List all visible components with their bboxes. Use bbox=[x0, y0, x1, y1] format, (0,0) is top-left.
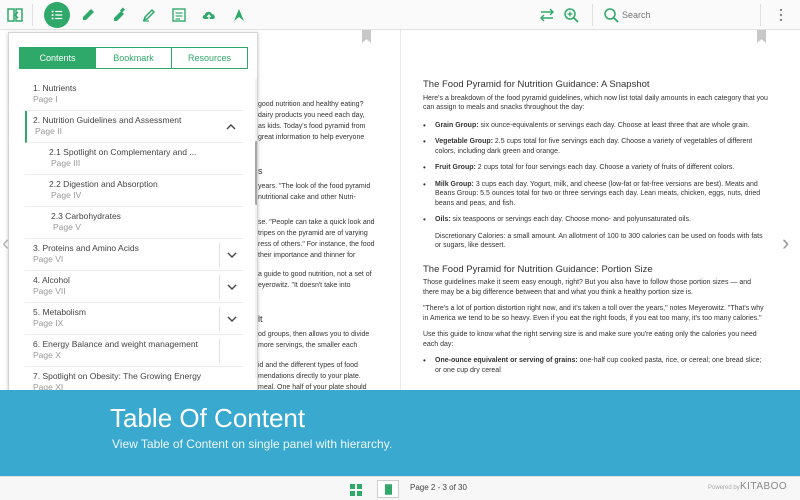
left-page-line: their importance and thinner for bbox=[258, 252, 356, 259]
list-item: Vegetable Group: 2.5 cups total for five… bbox=[423, 137, 768, 156]
intro-paragraph: Here's a breakdown of the food pyramid g… bbox=[423, 94, 768, 112]
toc-item-nutrients[interactable]: 1. Nutrients Page I bbox=[25, 79, 243, 111]
toc-item-digestion[interactable]: 2.2 Digestion and Absorption Page IV bbox=[25, 175, 243, 207]
top-toolbar bbox=[0, 0, 800, 30]
heading-portion-size: The Food Pyramid for Nutrition Guidance:… bbox=[423, 263, 653, 275]
left-page-line: dairy products you need each day, bbox=[258, 112, 365, 119]
page-bookmark-icon[interactable] bbox=[757, 30, 766, 43]
powered-by-label: Powered by bbox=[708, 485, 740, 491]
heading-snapshot: The Food Pyramid for Nutrition Guidance:… bbox=[423, 79, 650, 90]
list-item: Oils: six teaspoons or servings each day… bbox=[423, 215, 768, 225]
notes-icon[interactable] bbox=[170, 6, 188, 24]
search-box[interactable] bbox=[600, 4, 750, 26]
left-page-heading: lt bbox=[258, 314, 263, 324]
page-bookmark-icon[interactable] bbox=[362, 30, 371, 43]
toc-item-metabolism[interactable]: 5. Metabolism Page IX bbox=[25, 303, 243, 335]
left-page-line: eyerowitz. "It doesn't take into bbox=[258, 282, 351, 289]
zoom-in-icon[interactable] bbox=[562, 6, 580, 24]
left-page-line: great information to help everyone bbox=[258, 134, 365, 141]
toc-item-proteins[interactable]: 3. Proteins and Amino Acids Page VI bbox=[25, 239, 243, 271]
left-page-line: as kids. Today's food pyramid from bbox=[258, 123, 366, 130]
left-page-line: mendations directly to your plate. bbox=[258, 373, 361, 380]
bookmark-icon[interactable] bbox=[230, 6, 248, 24]
banner-title: Table Of Content bbox=[110, 403, 306, 433]
single-page-button[interactable] bbox=[377, 480, 399, 498]
toc-item-divider bbox=[219, 339, 243, 363]
page-indicator: Page 2 - 3 of 30 bbox=[410, 483, 467, 492]
toc-tabs: Contents Bookmark Resources bbox=[19, 47, 248, 69]
list-item: Fruit Group: 2 cups total for four servi… bbox=[423, 163, 768, 173]
left-page-line: a guide to good nutrition, not a set of bbox=[258, 271, 372, 278]
chevron-down-icon[interactable] bbox=[219, 307, 243, 331]
toolbar-divider bbox=[32, 4, 33, 26]
left-page-line: good nutrition and healthy eating? bbox=[258, 101, 364, 108]
toolbar-divider bbox=[760, 4, 761, 26]
pen-icon[interactable] bbox=[140, 6, 158, 24]
highlighter-icon[interactable] bbox=[80, 6, 98, 24]
bottom-bar bbox=[0, 476, 800, 500]
toc-scrollbar-thumb[interactable] bbox=[255, 141, 257, 205]
chevron-down-icon[interactable] bbox=[219, 275, 243, 299]
thumbnail-grid-icon[interactable] bbox=[350, 483, 362, 496]
marker-icon[interactable] bbox=[110, 6, 128, 24]
left-page-line: od groups, then allows you to divide bbox=[258, 331, 370, 338]
back-icon[interactable] bbox=[6, 6, 24, 24]
toc-panel: Contents Bookmark Resources 1. Nutrients… bbox=[8, 32, 258, 392]
tab-contents[interactable]: Contents bbox=[20, 48, 96, 68]
left-page-line: tripes on the pyramid are of varying bbox=[258, 230, 368, 237]
next-page-icon[interactable]: › bbox=[782, 230, 789, 256]
list-item: Grain Group: six ounce-equivalents or se… bbox=[423, 121, 768, 131]
section-snapshot: The Food Pyramid for Nutrition Guidance:… bbox=[423, 80, 768, 375]
left-page-heading: s bbox=[258, 166, 263, 176]
toc-item-guidelines[interactable]: 2. Nutrition Guidelines and Assessment P… bbox=[25, 111, 243, 143]
paragraph: "There's a lot of portion distortion rig… bbox=[423, 305, 764, 322]
left-page-line: id and the different types of food bbox=[258, 362, 358, 369]
list-item: One-ounce equivalent or serving of grain… bbox=[423, 356, 768, 375]
paragraph: Use this guide to know what the right se… bbox=[423, 331, 757, 348]
left-page-line: se. "People can take a quick look and bbox=[258, 219, 375, 226]
left-page-line: nutritional cake and other Nutri- bbox=[258, 194, 356, 201]
toc-item-energy-balance[interactable]: 6. Energy Balance and weight management … bbox=[25, 335, 243, 367]
toc-item-spotlight-complementary[interactable]: 2.1 Spotlight on Complementary and ... P… bbox=[25, 143, 243, 175]
left-page-line: years. "The look of the food pyramid bbox=[258, 183, 371, 190]
left-page-line: more servings, the smaller each bbox=[258, 342, 358, 349]
single-page-icon bbox=[384, 483, 392, 495]
toc-item-alcohol[interactable]: 4. Alcohol Page VII bbox=[25, 271, 243, 303]
chevron-down-icon[interactable] bbox=[219, 243, 243, 267]
toc-button[interactable] bbox=[44, 2, 70, 28]
more-vertical-icon[interactable] bbox=[772, 6, 790, 24]
food-group-list: Grain Group: six ounce-equivalents or se… bbox=[423, 121, 768, 225]
tab-bookmark[interactable]: Bookmark bbox=[96, 48, 172, 68]
fit-width-icon[interactable] bbox=[538, 6, 556, 24]
toc-icon bbox=[51, 10, 63, 20]
list-item: Milk Group: 3 cups each day. Yogurt, mil… bbox=[423, 180, 768, 209]
cloud-sync-icon[interactable] bbox=[200, 6, 218, 24]
toc-item-carbohydrates[interactable]: 2.3 Carbohydrates Page V bbox=[25, 207, 243, 239]
search-input[interactable] bbox=[622, 6, 742, 24]
tab-resources[interactable]: Resources bbox=[172, 48, 247, 68]
toc-scrollbar-track[interactable] bbox=[255, 79, 257, 379]
paragraph: Those guidelines make it seem easy enoug… bbox=[423, 279, 752, 296]
brand-logo: KITABOO bbox=[740, 481, 788, 492]
toolbar-divider bbox=[592, 4, 593, 26]
search-icon bbox=[602, 6, 620, 24]
left-page-line: ress of others." For instance, the food bbox=[258, 241, 375, 248]
chevron-up-icon[interactable] bbox=[219, 115, 243, 139]
toc-item-obesity[interactable]: 7. Spotlight on Obesity: The Growing Ene… bbox=[25, 367, 243, 391]
discretionary-paragraph: Discretionary Calories: a small amount. … bbox=[435, 232, 763, 250]
banner-subtitle: View Table of Content on single panel wi… bbox=[112, 437, 393, 451]
